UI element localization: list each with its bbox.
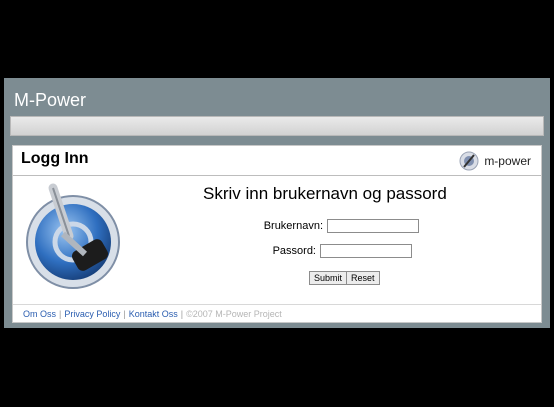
footer: Om Oss | Privacy Policy | Kontakt Oss | …	[13, 304, 541, 322]
panel-title: Logg Inn	[21, 150, 89, 167]
app-window: M-Power Logg Inn m-power Skriv inn bruke…	[4, 78, 550, 328]
login-panel: Logg Inn m-power Skriv inn brukernavn og…	[12, 145, 542, 323]
panel-header: Logg Inn m-power	[13, 146, 541, 176]
brand-icon	[459, 151, 479, 171]
username-row: Brukernavn:	[263, 219, 419, 233]
footer-link-kontakt-oss[interactable]: Kontakt Oss	[129, 309, 178, 319]
brand-logo: m-power	[458, 150, 531, 172]
footer-link-om-oss[interactable]: Om Oss	[23, 309, 56, 319]
username-field[interactable]	[327, 219, 419, 233]
password-label: Passord:	[272, 245, 316, 257]
footer-separator: |	[59, 308, 62, 319]
nav-bar	[10, 116, 544, 136]
brand-text: m-power	[484, 154, 531, 168]
username-label: Brukernavn:	[263, 220, 323, 232]
reset-button[interactable]: Reset	[346, 271, 380, 285]
password-row: Passord:	[263, 244, 412, 258]
login-heading: Skriv inn brukernavn og passord	[203, 184, 447, 203]
password-field[interactable]	[320, 244, 412, 258]
footer-link-privacy-policy[interactable]: Privacy Policy	[64, 309, 120, 319]
footer-separator: |	[180, 308, 184, 319]
copyright-text: ©2007 M-Power Project	[186, 308, 282, 319]
app-title: M-Power	[14, 90, 87, 110]
keychain-icon	[26, 183, 120, 289]
submit-button[interactable]: Submit	[309, 271, 348, 285]
footer-separator: |	[123, 308, 126, 319]
